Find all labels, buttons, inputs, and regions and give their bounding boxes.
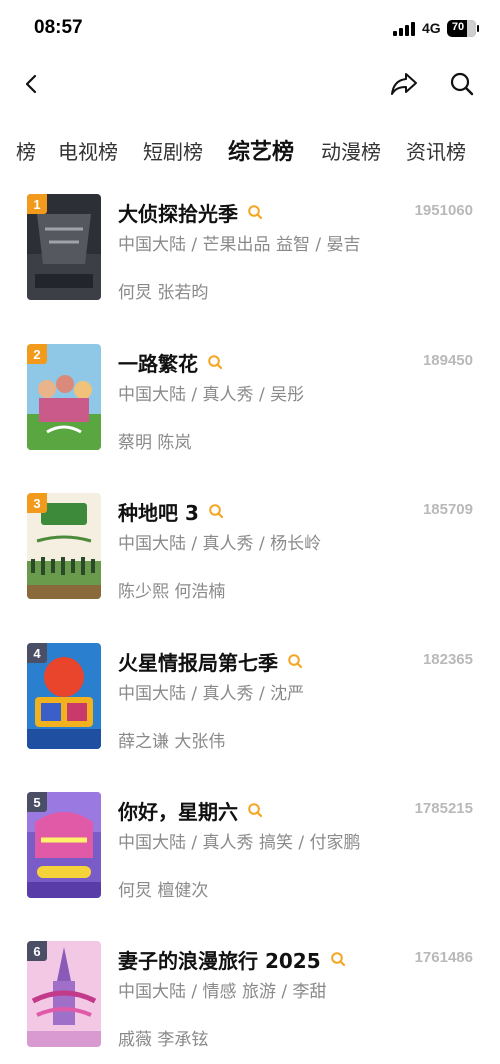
item-title: 火星情报局第七季 [118, 650, 278, 675]
tab-news[interactable]: 资讯榜 [406, 136, 466, 165]
search-icon[interactable] [330, 951, 346, 967]
network-type: 4G [422, 20, 441, 36]
item-cast: 何炅 檀健次 [118, 881, 209, 901]
list-item[interactable]: 6 妻子的浪漫旅行 2025 1761486 中国大陆 / 情感 旅游 / 李甜… [0, 941, 500, 1051]
rank-badge: 4 [27, 643, 47, 663]
heat-value: 1761486 [414, 949, 473, 966]
rank-badge: 3 [27, 493, 47, 513]
back-arrow-icon [25, 74, 37, 94]
share-button[interactable] [386, 66, 422, 102]
search-icon[interactable] [247, 802, 263, 818]
poster-image: 5 [27, 792, 101, 898]
search-icon[interactable] [208, 503, 224, 519]
search-icon[interactable] [207, 354, 223, 370]
category-tabs: 榜 电视榜 短剧榜 综艺榜 动漫榜 资讯榜 [0, 130, 500, 174]
item-cast: 戚薇 李承铉 [118, 1030, 209, 1050]
status-bar: 08:57 4G 70 [0, 0, 500, 56]
heat-value: 189450 [422, 352, 473, 369]
list-item[interactable]: 5 你好，星期六 1785215 中国大陆 / 真人秀 搞笑 / 付家鹏 何炅 … [0, 792, 500, 902]
item-cast: 陈少熙 何浩楠 [118, 582, 226, 602]
item-meta: 中国大陆 / 真人秀 / 吴彤 [118, 385, 305, 405]
poster-image: 6 [27, 941, 101, 1047]
share-icon [391, 73, 417, 95]
poster-image: 2 [27, 344, 101, 450]
list-item[interactable]: 2 一路繁花 189450 中国大陆 / 真人秀 / 吴彤 蔡明 陈岚 [0, 344, 500, 454]
item-title: 种地吧 3 [118, 500, 199, 525]
item-meta: 中国大陆 / 情感 旅游 / 李甜 [118, 982, 327, 1002]
heat-value: 1951060 [414, 202, 473, 219]
poster-image: 1 [27, 194, 101, 300]
tab-short-drama[interactable]: 短剧榜 [143, 136, 203, 165]
search-icon[interactable] [247, 204, 263, 220]
heat-value: 182365 [422, 651, 473, 668]
tab-tv[interactable]: 电视榜 [58, 136, 118, 165]
poster-image: 4 [27, 643, 101, 749]
heat-value: 185709 [422, 501, 473, 518]
tab-partial[interactable]: 榜 [16, 136, 36, 165]
item-title: 一路繁花 [118, 351, 198, 376]
item-title: 大侦探拾光季 [118, 201, 238, 226]
rank-badge: 5 [27, 792, 47, 812]
list-item[interactable]: 3 种地吧 3 185709 中国大陆 / 真人秀 / 杨长岭 陈少熙 何浩楠 [0, 493, 500, 603]
heat-value: 1785215 [414, 800, 473, 817]
rank-badge: 1 [27, 194, 47, 214]
item-cast: 蔡明 陈岚 [118, 433, 192, 453]
rank-badge: 6 [27, 941, 47, 961]
item-cast: 何炅 张若昀 [118, 283, 209, 303]
battery-icon: 70 [447, 20, 479, 37]
poster-image: 3 [27, 493, 101, 599]
search-button[interactable] [444, 66, 480, 102]
item-meta: 中国大陆 / 真人秀 / 杨长岭 [118, 534, 322, 554]
search-icon[interactable] [287, 653, 303, 669]
tab-variety[interactable]: 综艺榜 [228, 134, 294, 166]
item-meta: 中国大陆 / 真人秀 / 沈严 [118, 684, 305, 704]
rank-badge: 2 [27, 344, 47, 364]
item-title: 妻子的浪漫旅行 2025 [118, 948, 321, 973]
item-cast: 薛之谦 大张伟 [118, 732, 226, 752]
nav-bar [0, 56, 500, 112]
search-icon [450, 72, 474, 96]
item-meta: 中国大陆 / 真人秀 搞笑 / 付家鹏 [118, 833, 361, 853]
item-title: 你好，星期六 [118, 799, 238, 824]
item-meta: 中国大陆 / 芒果出品 益智 / 晏吉 [118, 235, 361, 255]
list-item[interactable]: 1 大侦探拾光季 1951060 中国大陆 / 芒果出品 益智 / 晏吉 何炅 … [0, 194, 500, 304]
list-item[interactable]: 4 火星情报局第七季 182365 中国大陆 / 真人秀 / 沈严 薛之谦 大张… [0, 643, 500, 753]
status-time: 08:57 [34, 17, 83, 38]
tab-anime[interactable]: 动漫榜 [321, 136, 381, 165]
back-button[interactable] [14, 66, 50, 102]
battery-level: 70 [451, 21, 465, 33]
signal-icon [393, 22, 417, 36]
